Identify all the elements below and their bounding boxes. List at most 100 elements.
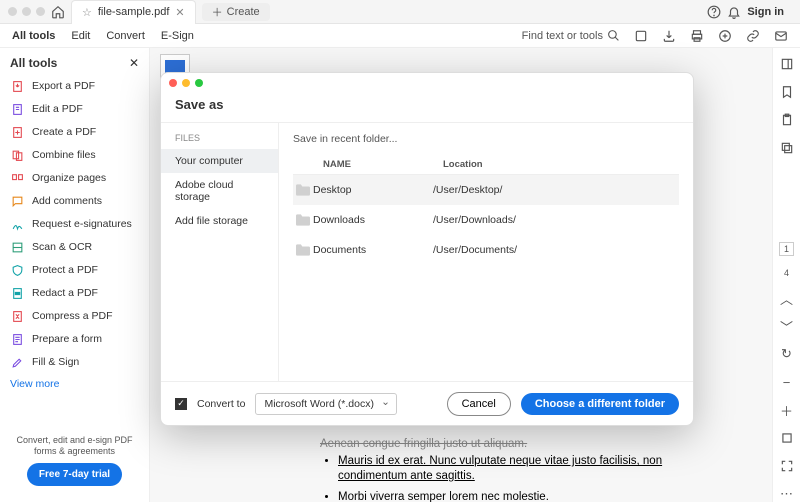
zoom-out-icon[interactable]: − xyxy=(779,374,795,390)
promo-text: Convert, edit and e-sign PDF forms & agr… xyxy=(14,435,135,457)
tool-combine[interactable]: Combine files xyxy=(10,145,139,165)
comment-icon xyxy=(10,194,24,208)
signin-button[interactable]: Sign in xyxy=(747,6,784,18)
zoom-in-icon[interactable]: ＋ xyxy=(779,402,795,418)
selection-icon[interactable] xyxy=(634,29,648,43)
page-number[interactable]: 1 xyxy=(779,242,794,256)
side-your-computer[interactable]: Your computer xyxy=(161,149,278,173)
tool-form[interactable]: Prepare a form xyxy=(10,329,139,349)
menu-convert[interactable]: Convert xyxy=(106,30,145,42)
folder-row-desktop[interactable]: Desktop /User/Desktop/ xyxy=(293,175,679,205)
dialog-main: Save in recent folder... NAME Location D… xyxy=(279,123,693,381)
more-icon[interactable]: ⋯ xyxy=(779,486,795,502)
tool-edit-pdf[interactable]: Edit a PDF xyxy=(10,99,139,119)
traffic-close[interactable] xyxy=(8,7,17,16)
page-count: 4 xyxy=(784,268,789,278)
document-text: Aenean congue fringilla justo ut aliquam… xyxy=(320,438,732,502)
convert-checkbox[interactable]: ✓ xyxy=(175,398,187,410)
tool-protect[interactable]: Protect a PDF xyxy=(10,260,139,280)
choose-folder-button[interactable]: Choose a different folder xyxy=(521,393,679,415)
ai-icon[interactable] xyxy=(718,29,732,43)
sidebar-close-icon[interactable]: ✕ xyxy=(129,56,139,70)
dialog-title: Save as xyxy=(161,93,693,123)
fit-icon[interactable] xyxy=(779,430,795,446)
print-icon[interactable] xyxy=(690,29,704,43)
side-cloud-storage[interactable]: Adobe cloud storage xyxy=(161,173,278,209)
dialog-footer: ✓ Convert to Microsoft Word (*.docx) Can… xyxy=(161,381,693,425)
folder-icon xyxy=(293,182,313,198)
rotate-icon[interactable]: ↻ xyxy=(779,346,795,362)
plus-icon: ＋ xyxy=(212,4,223,20)
dialog-close[interactable] xyxy=(169,79,177,87)
mail-icon[interactable] xyxy=(774,29,788,43)
doc-truncated-line: Aenean congue fringilla justo ut aliquam… xyxy=(320,438,732,450)
right-toolbar: 1 4 ︿ ﹀ ↻ − ＋ ⋯ xyxy=(772,48,800,502)
traffic-max[interactable] xyxy=(36,7,45,16)
folder-icon xyxy=(293,212,313,228)
doc-bullet: Morbi viverra semper lorem nec molestie. xyxy=(338,490,732,502)
view-more-link[interactable]: View more xyxy=(10,378,139,390)
tab-filename: file-sample.pdf xyxy=(98,6,170,18)
redact-icon xyxy=(10,286,24,300)
convert-format-select[interactable]: Microsoft Word (*.docx) xyxy=(255,393,397,415)
traffic-min[interactable] xyxy=(22,7,31,16)
header-name: NAME xyxy=(323,159,443,170)
organize-icon xyxy=(10,171,24,185)
dialog-traffic-lights xyxy=(161,73,693,93)
tool-compress[interactable]: Compress a PDF xyxy=(10,306,139,326)
fullscreen-icon[interactable] xyxy=(779,458,795,474)
side-add-storage[interactable]: Add file storage xyxy=(161,209,278,233)
tool-comments[interactable]: Add comments xyxy=(10,191,139,211)
bell-icon[interactable] xyxy=(727,5,741,19)
down-icon[interactable]: ﹀ xyxy=(779,318,795,334)
folder-row-documents[interactable]: Documents /User/Documents/ xyxy=(293,235,679,265)
home-icon[interactable] xyxy=(51,5,65,19)
menu-edit[interactable]: Edit xyxy=(71,30,90,42)
panel-icon[interactable] xyxy=(779,56,795,72)
dialog-max[interactable] xyxy=(195,79,203,87)
files-label: FILES xyxy=(161,133,278,149)
tool-create-pdf[interactable]: Create a PDF xyxy=(10,122,139,142)
tool-fillsign[interactable]: Fill & Sign xyxy=(10,352,139,372)
create-label: Create xyxy=(227,6,260,18)
protect-icon xyxy=(10,263,24,277)
document-tab[interactable]: ☆ file-sample.pdf ✕ xyxy=(71,0,196,24)
sidebar-title: All tools xyxy=(10,56,57,70)
edit-icon xyxy=(10,102,24,116)
window-titlebar: ☆ file-sample.pdf ✕ ＋ Create Sign in xyxy=(0,0,800,24)
star-icon[interactable]: ☆ xyxy=(82,6,92,19)
dialog-sidebar: FILES Your computer Adobe cloud storage … xyxy=(161,123,279,381)
scan-icon xyxy=(10,240,24,254)
folder-row-downloads[interactable]: Downloads /User/Downloads/ xyxy=(293,205,679,235)
dialog-min[interactable] xyxy=(182,79,190,87)
fillsign-icon xyxy=(10,355,24,369)
help-icon[interactable] xyxy=(707,5,721,19)
link-icon[interactable] xyxy=(746,29,760,43)
menu-esign[interactable]: E-Sign xyxy=(161,30,194,42)
form-icon xyxy=(10,332,24,346)
clipboard-icon[interactable] xyxy=(779,112,795,128)
menu-all-tools[interactable]: All tools xyxy=(12,30,55,42)
search-icon xyxy=(607,29,620,42)
find-tools[interactable]: Find text or tools xyxy=(522,29,620,42)
tools-sidebar: All tools ✕ Export a PDF Edit a PDF Crea… xyxy=(0,48,150,502)
create-tab-button[interactable]: ＋ Create xyxy=(202,3,270,21)
tool-scan[interactable]: Scan & OCR xyxy=(10,237,139,257)
export-icon xyxy=(10,79,24,93)
table-header: NAME Location xyxy=(293,155,679,175)
tool-organize[interactable]: Organize pages xyxy=(10,168,139,188)
bookmark-icon[interactable] xyxy=(779,84,795,100)
tool-redact[interactable]: Redact a PDF xyxy=(10,283,139,303)
esign-icon xyxy=(10,217,24,231)
compress-icon xyxy=(10,309,24,323)
tool-esign[interactable]: Request e-signatures xyxy=(10,214,139,234)
save-as-dialog: Save as FILES Your computer Adobe cloud … xyxy=(160,72,694,426)
tool-export-pdf[interactable]: Export a PDF xyxy=(10,76,139,96)
save-icon[interactable] xyxy=(662,29,676,43)
mac-traffic-lights xyxy=(8,7,45,16)
trial-button[interactable]: Free 7-day trial xyxy=(27,463,122,486)
close-icon[interactable]: ✕ xyxy=(175,6,184,19)
copy-icon[interactable] xyxy=(779,140,795,156)
cancel-button[interactable]: Cancel xyxy=(447,392,511,416)
up-icon[interactable]: ︿ xyxy=(779,290,795,306)
